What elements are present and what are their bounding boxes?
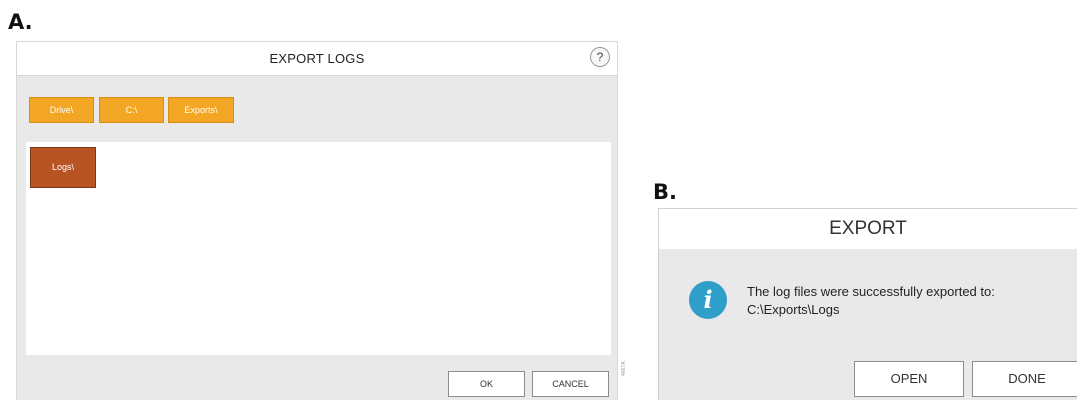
breadcrumb-c[interactable]: C:\ — [99, 97, 164, 123]
info-icon: i — [689, 281, 727, 319]
message-line: The log files were successfully exported… — [747, 284, 995, 299]
dialog-title: EXPORT — [829, 218, 907, 239]
cancel-button[interactable]: CANCEL — [532, 371, 609, 397]
message-text: The log files were successfully exported… — [747, 283, 995, 319]
dialog-title: EXPORT LOGS — [269, 51, 365, 66]
folder-list: Logs\ — [26, 142, 611, 355]
figure-id: 4667A — [621, 361, 627, 376]
dialog-titlebar: EXPORT LOGS ? — [17, 42, 617, 76]
ok-button[interactable]: OK — [448, 371, 525, 397]
breadcrumb-exports[interactable]: Exports\ — [168, 97, 234, 123]
folder-item-logs[interactable]: Logs\ — [30, 147, 96, 188]
message-path: C:\Exports\Logs — [747, 302, 840, 317]
panel-label-b: B. — [653, 180, 677, 204]
breadcrumb-drive[interactable]: Drive\ — [29, 97, 94, 123]
panel-label-a: A. — [8, 10, 33, 34]
done-button[interactable]: DONE — [972, 361, 1077, 397]
export-logs-dialog: EXPORT LOGS ? Drive\ C:\ Exports\ Logs\ … — [16, 41, 618, 400]
help-button[interactable]: ? — [590, 47, 610, 67]
open-button[interactable]: OPEN — [854, 361, 964, 397]
export-dialog: EXPORT i The log files were successfully… — [658, 208, 1077, 400]
dialog-titlebar: EXPORT — [659, 209, 1077, 249]
